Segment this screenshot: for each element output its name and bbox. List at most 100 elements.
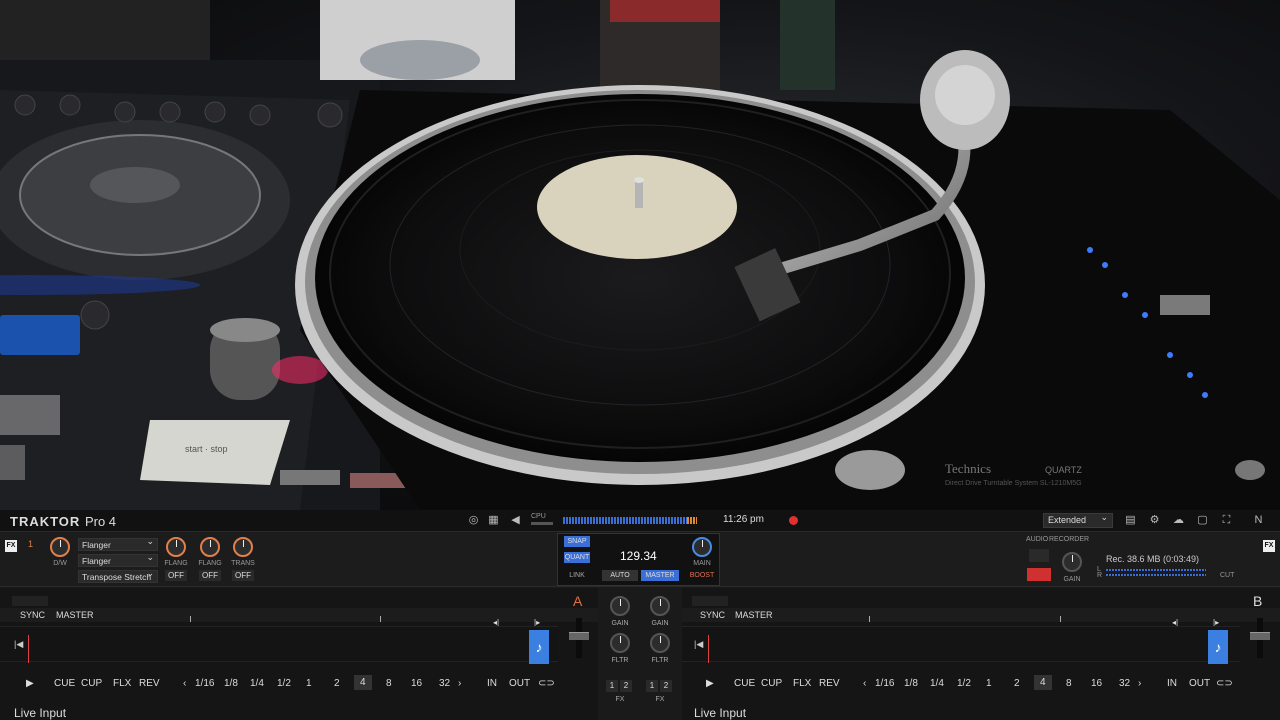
deck-b-loop-size[interactable]: 16 [1091,678,1102,689]
deck-a-flux-button[interactable]: FLX [113,678,131,689]
channel-a-gain-knob[interactable] [610,596,630,616]
deck-a-header: SYNC MASTER [0,608,598,622]
deck-a-loop-size[interactable]: 1/2 [277,678,291,689]
deck-a-loop-size[interactable]: 2 [334,678,340,689]
channel-b-fx1-assign[interactable]: 1 [646,680,658,692]
deck-a-loop-prev-icon[interactable]: ‹ [183,678,186,689]
gear-icon[interactable]: ⚙ [1148,514,1161,527]
deck-b-play-button[interactable]: ▶ [706,678,714,689]
channel-a-filter-knob[interactable] [610,633,630,653]
auto-button[interactable]: AUTO [602,570,638,581]
link-icon[interactable]: ☁ [1172,514,1185,527]
recorder-meter-right [1106,574,1206,576]
deck-b-loop-active-icon[interactable]: ⊂⊃ [1216,678,1233,689]
browser-icon[interactable]: ▤ [1124,514,1137,527]
deck-a-loop-size[interactable]: 8 [386,678,392,689]
channel-b-fx2-assign[interactable]: 2 [660,680,672,692]
deck-b-tempo-button[interactable]: ♪ [1208,630,1228,664]
channel-a-fx2-assign[interactable]: 2 [620,680,632,692]
deck-b-loop-size-selected[interactable]: 4 [1034,675,1052,690]
controller-icon[interactable]: ▦ [487,514,500,527]
deck-b-loop-size[interactable]: 8 [1066,678,1072,689]
deck-b-loop-prev-icon[interactable]: ‹ [863,678,866,689]
deck-b-tempo-fader[interactable] [1250,618,1270,658]
fx-button-1[interactable]: OFF [165,570,187,581]
deck-b-cup-button[interactable]: CUP [761,678,782,689]
deck-a-cue-button[interactable]: CUE [54,678,75,689]
deck-b-loop-size[interactable]: 2 [1014,678,1020,689]
layout-select[interactable]: Extended [1043,512,1113,528]
deck-b-loop-size[interactable]: 1/4 [930,678,944,689]
deck-a-tempo-fader[interactable] [569,618,589,658]
midi-icon[interactable]: ◎ [467,514,480,527]
deck-a-reverse-button[interactable]: REV [139,678,160,689]
deck-b-reverse-button[interactable]: REV [819,678,840,689]
deck-b-flux-button[interactable]: FLX [793,678,811,689]
broadcast-button[interactable] [1029,549,1049,562]
deck-b-loop-size[interactable]: 1 [986,678,992,689]
deck-a-master-button[interactable]: MASTER [56,610,94,620]
deck-a-cup-button[interactable]: CUP [81,678,102,689]
deck-b-loop-out-button[interactable]: OUT [1189,678,1210,689]
deck-a-loop-size[interactable]: 1/8 [224,678,238,689]
deck-a-tempo-button[interactable]: ♪ [529,630,549,664]
deck-b-cue-button[interactable]: CUE [734,678,755,689]
record-button[interactable] [1027,568,1051,581]
deck-a-loop-size[interactable]: 32 [439,678,450,689]
link-button[interactable]: LINK [564,570,590,581]
snap-button[interactable]: SNAP [564,536,590,547]
deck-a-loop-active-icon[interactable]: ⊂⊃ [538,678,555,689]
fx-param-2-knob[interactable] [200,537,220,557]
fx-slot-2-select[interactable]: Flanger [78,552,158,567]
deck-a-sync-button[interactable]: SYNC [20,610,45,620]
deck-b-transport: ▶ CUE CUP FLX REV ‹ 1/16 1/8 1/4 1/2 1 2… [682,674,1280,694]
deck-a-waveform[interactable]: |◀ [0,626,558,663]
deck-a-letter: A [573,593,583,609]
channel-a-fx1-assign[interactable]: 1 [606,680,618,692]
cut-button[interactable]: CUT [1220,572,1234,579]
fx-param-1-knob[interactable] [166,537,186,557]
channel-b-filter-knob[interactable] [650,633,670,653]
fullscreen-icon[interactable]: ⛶ [1220,514,1233,527]
fx-param-3-knob[interactable] [233,537,253,557]
deck-a: A SYNC MASTER ◂| |▸ |◀ ♪ ▶ CUE CUP FLX R… [0,588,598,720]
deck-b-loop-size[interactable]: 1/16 [875,678,894,689]
ni-logo-icon[interactable]: N [1252,514,1265,527]
channel-b-gain-knob[interactable] [650,596,670,616]
channel-a-gain-label: GAIN [611,620,629,627]
deck-b-source: Live Input [694,706,747,720]
deck-b-loop-size[interactable]: 1/2 [957,678,971,689]
main-volume-knob[interactable] [692,537,712,557]
deck-b-waveform[interactable]: |◀ [682,626,1240,663]
deck-b-cue-jump-icon[interactable]: |◀ [694,639,703,650]
quant-button[interactable]: QUANT [564,552,590,563]
deck-b-sync-button[interactable]: SYNC [700,610,725,620]
fx-slot-3-select[interactable]: Transpose Stretch [78,568,158,583]
deck-a-loop-size-selected[interactable]: 4 [354,675,372,690]
fx-button-3[interactable]: OFF [232,570,254,581]
recorder-gain-knob[interactable] [1062,552,1082,572]
deck-a-loop-size[interactable]: 1/16 [195,678,214,689]
master-button[interactable]: MASTER [641,570,679,581]
deck-a-loop-in-button[interactable]: IN [487,678,497,689]
boost-button[interactable]: BOOST [686,570,718,581]
deck-a-cue-jump-icon[interactable]: |◀ [14,639,23,650]
recording-info: Rec. 38.6 MB (0:03:49) [1106,554,1200,564]
deck-b-loop-in-button[interactable]: IN [1167,678,1177,689]
deck-b-loop-next-icon[interactable]: › [1138,678,1141,689]
deck-b-master-button[interactable]: MASTER [735,610,773,620]
deck-a-loop-size[interactable]: 1/4 [250,678,264,689]
deck-b-loop-size[interactable]: 32 [1119,678,1130,689]
deck-a-play-button[interactable]: ▶ [26,678,34,689]
deck-a-loop-size[interactable]: 16 [411,678,422,689]
speaker-icon[interactable]: ◀ [509,514,522,527]
dry-wet-knob[interactable] [50,537,70,557]
fx-button-2[interactable]: OFF [199,570,221,581]
deck-a-loop-next-icon[interactable]: › [458,678,461,689]
help-icon[interactable]: ▢ [1196,514,1209,527]
main-label: MAIN [693,560,711,567]
deck-a-loop-size[interactable]: 1 [306,678,312,689]
deck-b-loop-size[interactable]: 1/8 [904,678,918,689]
fx-slot-1-select[interactable]: Flanger [78,536,158,551]
deck-a-loop-out-button[interactable]: OUT [509,678,530,689]
